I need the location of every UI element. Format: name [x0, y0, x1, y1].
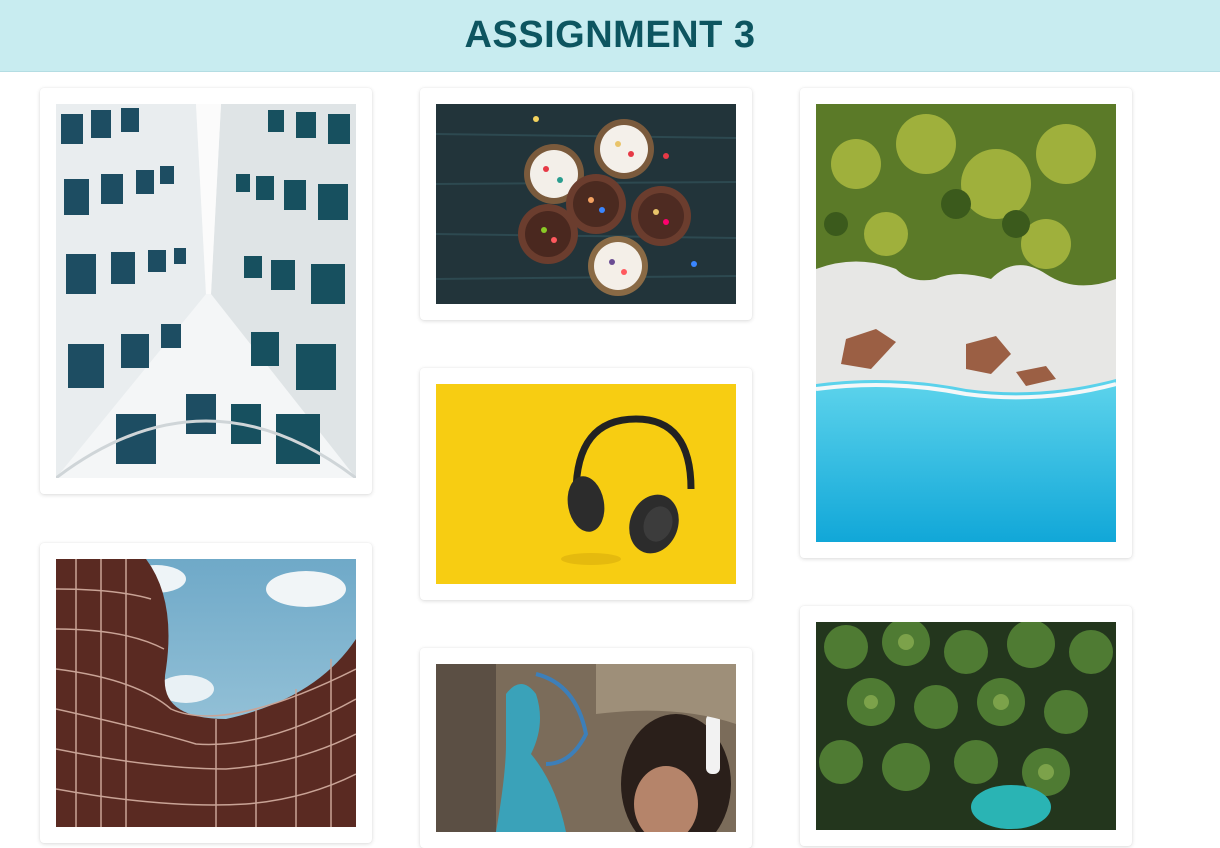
gallery-card-building[interactable] [40, 88, 372, 494]
photo-headphones[interactable] [436, 384, 736, 584]
gallery-card-beach[interactable] [800, 88, 1132, 558]
page-title: ASSIGNMENT 3 [464, 14, 756, 56]
photo-palm-forest[interactable] [816, 622, 1116, 830]
gallery-card-palm-forest[interactable] [800, 606, 1132, 846]
gallery-card-wavy-building[interactable] [40, 543, 372, 843]
gallery-card-cupcakes[interactable] [420, 88, 752, 320]
photo-cupcakes[interactable] [436, 104, 736, 304]
gallery-card-street-art[interactable] [420, 648, 752, 848]
photo-beach[interactable] [816, 104, 1116, 542]
page-header: ASSIGNMENT 3 [0, 0, 1220, 72]
photo-building[interactable] [56, 104, 356, 478]
photo-wavy-building[interactable] [56, 559, 356, 827]
gallery-card-headphones[interactable] [420, 368, 752, 600]
photo-street-art[interactable] [436, 664, 736, 832]
